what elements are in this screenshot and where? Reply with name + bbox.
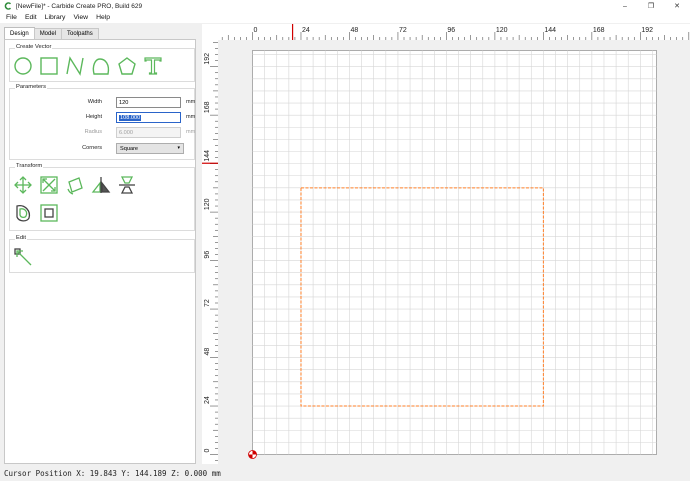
mirror-icon[interactable] — [90, 174, 112, 196]
y-ruler-label: 144 — [204, 150, 211, 162]
chevron-down-icon: ▾ — [177, 145, 180, 151]
status-bar: Cursor Position X: 19.843 Y: 144.189 Z: … — [0, 466, 690, 481]
tab-design[interactable]: Design — [4, 27, 35, 39]
y-ruler-label: 24 — [204, 396, 211, 404]
cursor-position-text: Cursor Position X: 19.843 Y: 144.189 Z: … — [4, 469, 221, 478]
panel-tabs: Design Model Toolpaths — [4, 27, 99, 39]
origin-marker-icon — [248, 450, 257, 459]
x-ruler-label: 144 — [544, 27, 556, 34]
polygon-icon[interactable] — [116, 55, 138, 77]
x-ruler-label: 72 — [399, 27, 407, 34]
corners-label: Corners — [82, 145, 102, 151]
design-canvas[interactable]: 0244872961201441681922119216814412096724… — [202, 24, 690, 464]
window-title: [NewFile]* - Carbide Create PRO, Build 6… — [16, 2, 143, 10]
offset-icon[interactable] — [12, 202, 34, 224]
top-ruler — [202, 24, 690, 40]
radius-unit: mm — [186, 129, 196, 135]
align-icon[interactable] — [116, 174, 138, 196]
height-input[interactable]: 108.000 — [116, 112, 181, 123]
menu-view[interactable]: View — [69, 14, 92, 21]
menu-help[interactable]: Help — [92, 14, 114, 21]
x-ruler-label: 168 — [593, 27, 605, 34]
y-ruler-label: 120 — [204, 198, 211, 210]
y-ruler-label: 96 — [204, 251, 211, 259]
rotate-icon[interactable] — [64, 174, 86, 196]
x-ruler-label: 120 — [496, 27, 508, 34]
corners-dropdown[interactable]: Square ▾ — [116, 143, 184, 154]
x-ruler-label: 96 — [447, 27, 455, 34]
close-button[interactable]: ✕ — [664, 0, 690, 12]
y-ruler-label: 72 — [204, 299, 211, 307]
tab-toolpaths[interactable]: Toolpaths — [61, 28, 99, 39]
radius-label: Radius — [84, 129, 102, 135]
edit-group: Edit — [9, 235, 195, 273]
x-ruler-label: 24 — [302, 27, 310, 34]
canvas-area[interactable]: 0244872961201441681922119216814412096724… — [202, 24, 690, 464]
x-ruler-label: 192 — [641, 27, 653, 34]
y-ruler-label: 0 — [204, 449, 211, 453]
polyline-icon[interactable] — [64, 55, 86, 77]
app-logo-icon — [3, 2, 12, 11]
design-tab-content: Create Vector Parameters Width 120 mm He… — [4, 39, 196, 464]
y-ruler-label: 168 — [204, 101, 211, 113]
create-vector-group: Create Vector — [9, 44, 195, 82]
parameters-title: Parameters — [15, 84, 47, 90]
curve-icon[interactable] — [90, 55, 112, 77]
radius-input: 6.000 — [116, 127, 181, 138]
boolean-icon[interactable] — [38, 202, 60, 224]
width-unit: mm — [186, 99, 196, 105]
rectangle-icon[interactable] — [38, 55, 60, 77]
x-ruler-label: 48 — [350, 27, 358, 34]
parameters-group: Parameters Width 120 mm Height 108.000 m… — [9, 84, 196, 160]
scale-icon[interactable] — [38, 174, 60, 196]
origin-quadrant — [248, 454, 253, 459]
text-icon[interactable] — [142, 55, 164, 77]
corners-value: Square — [120, 145, 139, 152]
edit-title: Edit — [15, 235, 27, 241]
minimize-button[interactable]: – — [612, 0, 638, 12]
width-value: 120 — [119, 99, 129, 106]
transform-title: Transform — [15, 163, 44, 169]
y-ruler-label: 48 — [204, 348, 211, 356]
menu-file[interactable]: File — [2, 14, 21, 21]
height-label: Height — [85, 114, 102, 120]
maximize-button[interactable]: ❐ — [638, 0, 664, 12]
menu-library[interactable]: Library — [41, 14, 70, 21]
transform-group: Transform — [9, 163, 195, 231]
height-unit: mm — [186, 114, 196, 120]
edit-nodes-icon[interactable] — [12, 246, 34, 268]
radius-value: 6.000 — [119, 129, 133, 136]
create-vector-title: Create Vector — [15, 44, 53, 50]
title-bar: [NewFile]* - Carbide Create PRO, Build 6… — [0, 0, 690, 12]
x-ruler-label: 0 — [254, 27, 258, 34]
width-input[interactable]: 120 — [116, 97, 181, 108]
menu-edit[interactable]: Edit — [21, 14, 41, 21]
width-label: Width — [87, 99, 102, 105]
menu-bar: File Edit Library View Help — [0, 12, 690, 23]
move-icon[interactable] — [12, 174, 34, 196]
left-panel: Design Model Toolpaths Create Vector Par… — [0, 24, 200, 464]
height-value: 108.000 — [119, 114, 142, 121]
y-ruler-label: 192 — [204, 53, 211, 65]
circle-icon[interactable] — [12, 55, 34, 77]
tab-model[interactable]: Model — [33, 28, 63, 39]
